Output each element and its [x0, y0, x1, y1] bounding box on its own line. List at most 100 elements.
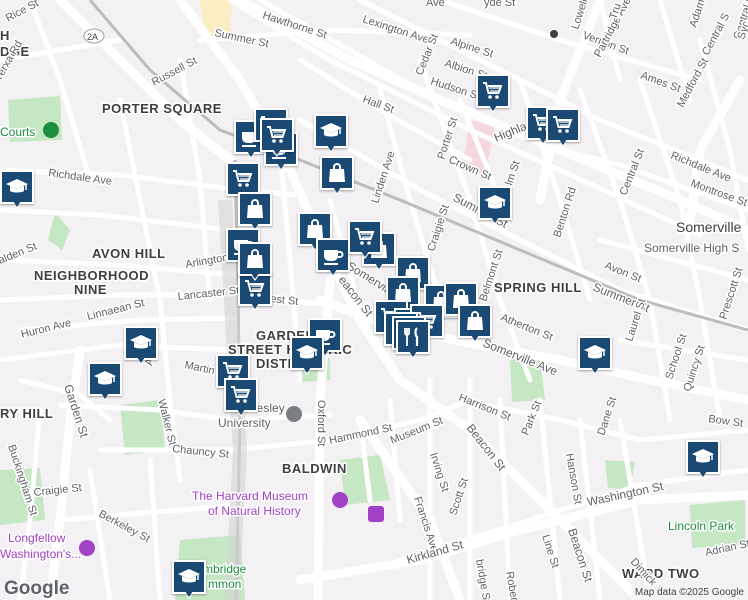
label-russell-st: Russell St: [150, 55, 199, 89]
marker-school[interactable]: [478, 186, 512, 226]
label-summer-st-top: Summer St: [213, 27, 269, 50]
transit-dot-icon: [550, 30, 558, 38]
cart-icon: [553, 116, 573, 133]
label-hyde-st: yde St: [484, 0, 515, 9]
label-ave-top: Ave: [426, 0, 445, 9]
label-lesley-2: University: [218, 416, 271, 430]
marker-cart[interactable]: [224, 378, 258, 418]
marker-cart[interactable]: [260, 118, 294, 158]
marker-cart[interactable]: [476, 74, 510, 114]
marker-tip-inner: [251, 303, 259, 309]
label-cambridge-common-1: mbridge: [203, 562, 247, 576]
marker-restaurant[interactable]: [396, 320, 430, 360]
label-baldwin: BALDWIN: [282, 461, 347, 476]
label-elm-st: lm St: [503, 159, 522, 187]
cart-icon: [267, 126, 287, 143]
marker-tip-inner: [471, 335, 479, 341]
label-cambridge-common-2: mmon: [208, 577, 241, 591]
marker-tip-inner: [559, 139, 567, 145]
route-shield-2a: 2A: [83, 28, 105, 44]
marker-tip-inner: [491, 217, 499, 223]
marker-bag[interactable]: [238, 242, 272, 282]
bag-icon: [247, 249, 263, 268]
school-icon: [484, 195, 506, 209]
marker-tip-inner: [273, 149, 281, 155]
label-oxford-st: Oxford St: [315, 400, 327, 446]
label-harvard-museum-2: of Natural History: [208, 504, 301, 518]
marker-tip-inner: [375, 263, 383, 269]
longfellow-pin-icon: [79, 540, 95, 556]
marker-school[interactable]: [0, 170, 34, 210]
marker-tip-inner: [361, 251, 369, 257]
label-richdale-ave-left: Richdale Ave: [48, 167, 113, 188]
marker-school[interactable]: [686, 440, 720, 480]
marker-tip-inner: [303, 367, 311, 373]
marker-school[interactable]: [124, 326, 158, 366]
label-forest-st: est St: [270, 293, 299, 308]
marker-tip-inner: [237, 409, 245, 415]
map-attribution[interactable]: Map data ©2025 Google: [630, 585, 748, 600]
label-line-st: Line St: [539, 533, 561, 569]
marker-bag[interactable]: [238, 192, 272, 232]
label-dane-st: Dane St: [595, 395, 619, 437]
marker-tip-inner: [101, 393, 109, 399]
cart-icon: [233, 170, 253, 187]
route-2a-text: 2A: [87, 32, 98, 42]
school-icon: [320, 123, 342, 137]
cafe-icon: [324, 250, 344, 265]
label-ry-hill: RY HILL: [0, 406, 53, 421]
bag-icon: [247, 199, 263, 218]
marker-tip-inner: [185, 591, 193, 597]
label-roberts-rd: Roberts Rd: [503, 570, 524, 600]
marker-tip-inner: [327, 145, 335, 151]
marker-tip-inner: [329, 269, 337, 275]
marker-tip-inner: [251, 273, 259, 279]
label-porter-square: PORTER SQUARE: [102, 101, 222, 116]
google-logo: Google: [4, 578, 70, 599]
marker-tip-inner: [333, 187, 341, 193]
label-lincoln-park: Lincoln Park: [668, 519, 735, 533]
marker-cart[interactable]: [348, 220, 382, 260]
marker-cart[interactable]: [546, 108, 580, 148]
marker-tip-inner: [591, 367, 599, 373]
school-icon: [6, 179, 28, 193]
courts-pin-icon: [43, 122, 59, 138]
label-adam: Adam: [687, 0, 707, 29]
label-chauncy-st: Chauncy St: [172, 443, 230, 461]
marker-bag[interactable]: [320, 156, 354, 196]
label-h: H: [0, 28, 10, 43]
museum-square-icon: [368, 506, 384, 522]
marker-school[interactable]: [172, 560, 206, 600]
label-longfellow-2: Washington's...: [0, 547, 81, 561]
restaurant-icon: [404, 327, 419, 346]
marker-school[interactable]: [88, 362, 122, 402]
school-icon: [94, 371, 116, 385]
cart-icon: [355, 228, 375, 245]
bag-icon: [467, 311, 483, 330]
school-icon: [130, 335, 152, 349]
label-central-st-top: Central S: [700, 11, 732, 57]
marker-school[interactable]: [290, 336, 324, 376]
cart-icon: [231, 386, 251, 403]
marker-bag[interactable]: [458, 304, 492, 344]
school-icon: [296, 345, 318, 359]
label-hall-st: Hall St: [361, 94, 396, 116]
marker-school[interactable]: [578, 336, 612, 376]
label-courts: Courts: [0, 125, 35, 139]
map-canvas[interactable]: PORTER SQUARE AVON HILL NEIGHBORHOOD NIN…: [0, 0, 748, 600]
label-longfellow-1: Longfellow: [8, 531, 66, 545]
marker-tip-inner: [699, 471, 707, 477]
school-icon: [692, 449, 714, 463]
label-spring-hill: SPRING HILL: [494, 280, 582, 295]
school-icon: [178, 569, 200, 583]
marker-tip-inner: [13, 201, 21, 207]
label-somerville-high: Somerville High S: [644, 241, 739, 255]
marker-cafe[interactable]: [316, 238, 350, 278]
label-cambridge-st: bridge St: [473, 558, 492, 600]
museum-pin-icon: [332, 492, 348, 508]
marker-tip-inner: [277, 163, 285, 169]
label-avon-hill: AVON HILL: [92, 246, 166, 261]
marker-school[interactable]: [314, 114, 348, 154]
label-harvard-museum-1: The Harvard Museum: [192, 489, 308, 503]
marker-tip-inner: [409, 351, 417, 357]
